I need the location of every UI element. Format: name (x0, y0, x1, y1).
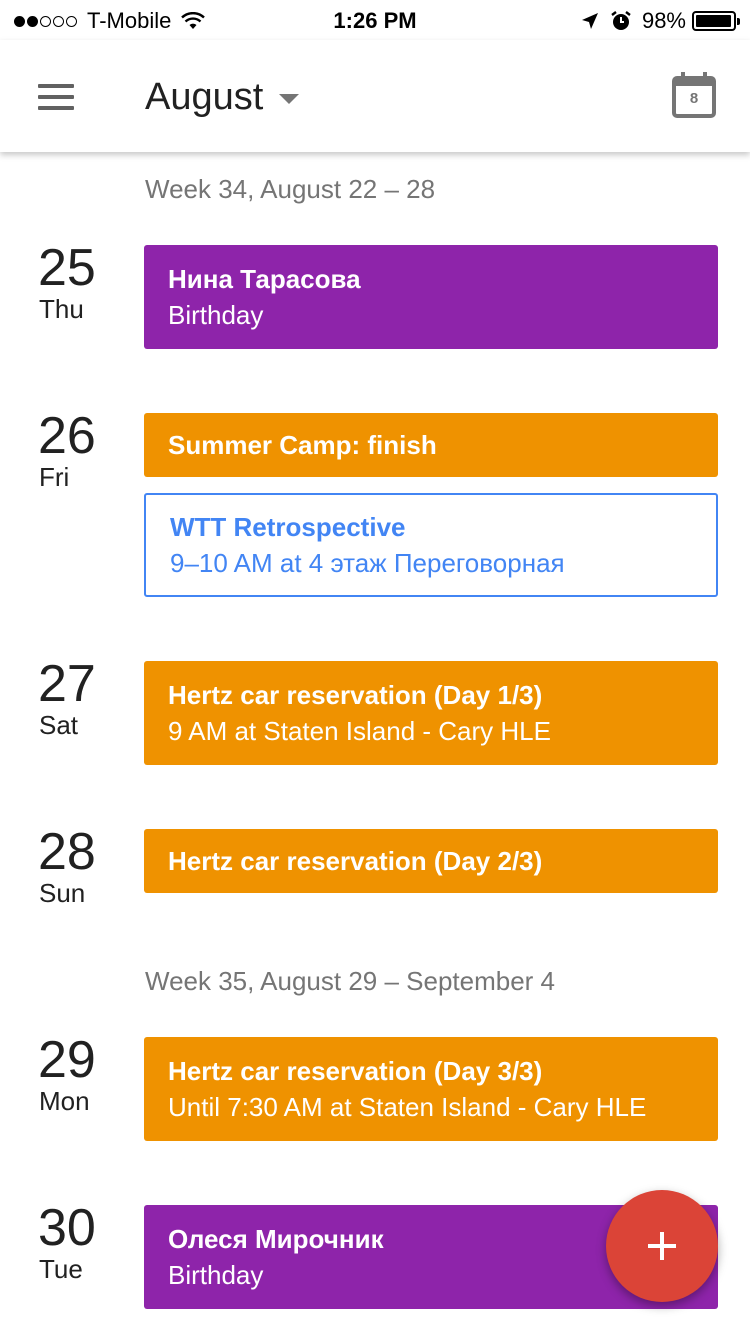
event-card[interactable]: Нина Тарасова Birthday (144, 245, 718, 349)
day-weekday: Sun (39, 878, 86, 908)
day-number: 29 (38, 1031, 96, 1089)
add-event-button[interactable] (606, 1190, 718, 1302)
event-subtitle: 9 AM at Staten Island - Cary HLE (168, 716, 551, 746)
day-weekday: Mon (39, 1086, 90, 1116)
status-bar: T-Mobile 1:26 PM 98% (0, 0, 750, 40)
event-title: Нина Тарасова (168, 264, 361, 294)
event-card[interactable]: Hertz car reservation (Day 3/3) Until 7:… (144, 1037, 718, 1141)
alarm-icon (611, 11, 631, 30)
day-number: 27 (38, 655, 96, 713)
event-subtitle: Birthday (168, 300, 264, 330)
week-header: Week 35, August 29 – September 4 (145, 966, 556, 996)
event-card[interactable]: Hertz car reservation (Day 2/3) (144, 829, 718, 893)
day-number: 26 (38, 407, 96, 465)
event-title: WTT Retrospective (170, 512, 406, 542)
day-number: 28 (38, 823, 96, 881)
day-weekday: Tue (39, 1254, 83, 1284)
event-card[interactable]: Summer Camp: finish (144, 413, 718, 477)
month-selector[interactable]: August (145, 72, 300, 122)
day-weekday: Fri (39, 462, 70, 492)
location-arrow-icon (581, 13, 598, 29)
status-right: 98% (570, 8, 740, 34)
battery-icon (692, 11, 740, 31)
month-title: August (145, 75, 264, 118)
day-weekday: Thu (39, 294, 84, 324)
hamburger-menu-icon[interactable] (38, 84, 74, 110)
day-weekday: Sat (39, 710, 79, 740)
week-header: Week 34, August 22 – 28 (145, 174, 436, 204)
event-title: Hertz car reservation (Day 1/3) (168, 680, 543, 710)
today-date: 8 (689, 90, 699, 107)
event-title: Hertz car reservation (Day 2/3) (168, 846, 543, 876)
event-card[interactable]: Hertz car reservation (Day 1/3) 9 AM at … (144, 661, 718, 765)
battery-level (696, 15, 732, 27)
plus-icon (648, 1232, 676, 1260)
event-title: Summer Camp: finish (168, 430, 437, 460)
day-number: 30 (38, 1199, 96, 1257)
caret-down-icon (279, 94, 300, 104)
app-bar: August 8 (0, 40, 750, 152)
event-subtitle: 9–10 AM at 4 этаж Переговорная (170, 548, 565, 578)
event-card[interactable]: WTT Retrospective 9–10 AM at 4 этаж Пере… (144, 493, 718, 597)
battery-percent: 98% (641, 8, 686, 33)
today-button[interactable]: 8 (672, 72, 716, 118)
event-subtitle: Until 7:30 AM at Staten Island - Cary HL… (168, 1092, 647, 1122)
event-title: Hertz car reservation (Day 3/3) (168, 1056, 543, 1086)
day-number: 25 (38, 239, 96, 297)
